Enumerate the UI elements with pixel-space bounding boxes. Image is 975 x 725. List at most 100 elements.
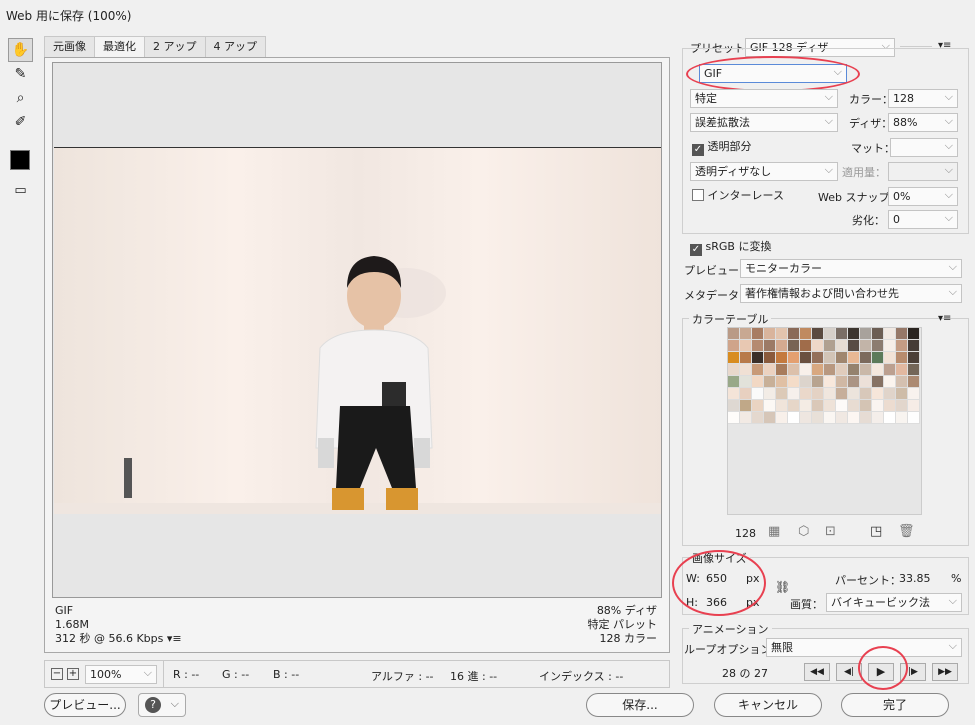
color-swatch[interactable] <box>836 364 848 376</box>
color-swatch[interactable] <box>812 376 824 388</box>
color-swatch[interactable] <box>860 328 872 340</box>
color-swatch[interactable] <box>788 352 800 364</box>
color-swatch[interactable] <box>812 364 824 376</box>
color-swatch[interactable] <box>884 412 896 424</box>
color-swatch[interactable] <box>884 388 896 400</box>
color-swatch[interactable] <box>860 340 872 352</box>
color-swatch[interactable] <box>740 364 752 376</box>
eyedropper-tool-icon[interactable]: ✐ <box>8 110 33 134</box>
color-swatch[interactable] <box>872 328 884 340</box>
color-swatch[interactable] <box>836 328 848 340</box>
color-swatches[interactable] <box>728 328 921 424</box>
color-swatch[interactable] <box>728 352 740 364</box>
color-swatch[interactable] <box>908 412 920 424</box>
color-swatch[interactable] <box>764 352 776 364</box>
color-swatch[interactable] <box>764 376 776 388</box>
zoom-out-button[interactable]: − <box>51 668 63 680</box>
color-swatch[interactable] <box>788 376 800 388</box>
transparency-dither-select[interactable]: 透明ディザなし <box>690 161 838 181</box>
color-swatch[interactable] <box>896 364 908 376</box>
lossy-field[interactable]: 0 <box>888 209 958 229</box>
color-swatch[interactable] <box>884 352 896 364</box>
color-swatch[interactable] <box>872 388 884 400</box>
color-swatch[interactable] <box>872 340 884 352</box>
color-swatch[interactable] <box>776 352 788 364</box>
color-swatch[interactable] <box>776 340 788 352</box>
color-swatch[interactable] <box>776 388 788 400</box>
color-swatch[interactable] <box>812 352 824 364</box>
color-swatch[interactable] <box>740 388 752 400</box>
color-swatch[interactable] <box>776 376 788 388</box>
color-swatch[interactable] <box>848 376 860 388</box>
toggle-slice-visibility-icon[interactable]: ▭ <box>8 178 33 202</box>
color-swatch[interactable] <box>848 340 860 352</box>
color-reduction-select[interactable]: 特定 <box>690 88 838 108</box>
color-swatch[interactable] <box>752 352 764 364</box>
color-swatch[interactable] <box>728 376 740 388</box>
color-swatch[interactable] <box>884 340 896 352</box>
color-swatch[interactable] <box>896 352 908 364</box>
color-swatch[interactable] <box>824 400 836 412</box>
color-swatch[interactable] <box>824 340 836 352</box>
color-swatch[interactable] <box>752 412 764 424</box>
color-swatch[interactable] <box>872 412 884 424</box>
color-swatch[interactable] <box>812 388 824 400</box>
transparency-checkbox[interactable]: ✓ 透明部分 <box>692 138 752 156</box>
tab-2-up[interactable]: 2 アップ <box>144 36 206 57</box>
color-swatch[interactable] <box>836 376 848 388</box>
color-swatch[interactable] <box>824 376 836 388</box>
color-swatch[interactable] <box>752 388 764 400</box>
color-swatch[interactable] <box>896 400 908 412</box>
first-frame-button[interactable]: ◀◀ <box>804 663 830 681</box>
color-swatch[interactable] <box>860 388 872 400</box>
color-swatch[interactable] <box>872 364 884 376</box>
color-swatch[interactable] <box>836 352 848 364</box>
color-swatch[interactable] <box>728 400 740 412</box>
matte-select[interactable] <box>890 137 958 157</box>
color-swatch[interactable] <box>776 364 788 376</box>
color-swatch[interactable] <box>812 328 824 340</box>
color-swatch[interactable] <box>728 388 740 400</box>
color-swatch[interactable] <box>776 412 788 424</box>
color-swatch[interactable] <box>908 400 920 412</box>
preview-color-select[interactable]: モニターカラー <box>740 258 962 278</box>
color-swatch[interactable] <box>800 352 812 364</box>
color-swatch[interactable] <box>860 400 872 412</box>
color-swatch[interactable] <box>860 352 872 364</box>
preview-in-browser-button[interactable]: プレビュー... <box>44 693 126 717</box>
quality-select[interactable]: バイキュービック法 <box>826 592 962 612</box>
color-swatch[interactable] <box>728 340 740 352</box>
color-swatch[interactable] <box>788 340 800 352</box>
hand-tool-icon[interactable]: ✋ <box>8 38 33 62</box>
save-button[interactable]: 保存... <box>586 693 694 717</box>
color-swatch[interactable] <box>812 412 824 424</box>
color-table-menu-icon[interactable]: ▾≡ <box>938 313 951 324</box>
percent-field[interactable]: 33.85 <box>894 570 944 588</box>
color-swatch[interactable] <box>788 388 800 400</box>
zoom-tool-icon[interactable]: ⌕ <box>8 86 33 110</box>
color-swatch[interactable] <box>764 328 776 340</box>
color-swatch[interactable] <box>896 340 908 352</box>
color-swatch[interactable] <box>848 412 860 424</box>
zoom-level-select[interactable]: 100% <box>85 664 157 684</box>
tab-optimized[interactable]: 最適化 <box>94 36 145 57</box>
tab-4-up[interactable]: 4 アップ <box>204 36 266 57</box>
color-swatch[interactable] <box>836 340 848 352</box>
color-swatch[interactable] <box>824 352 836 364</box>
color-swatch[interactable] <box>884 376 896 388</box>
color-swatch[interactable] <box>812 400 824 412</box>
color-swatch[interactable] <box>848 364 860 376</box>
web-snap-field[interactable]: 0% <box>888 186 958 206</box>
color-swatch[interactable] <box>896 388 908 400</box>
convert-srgb-checkbox[interactable]: ✓ sRGB に変換 <box>690 238 771 256</box>
color-swatch[interactable] <box>752 376 764 388</box>
color-swatch[interactable] <box>752 400 764 412</box>
color-swatch[interactable] <box>764 340 776 352</box>
color-swatch[interactable] <box>764 412 776 424</box>
color-swatch[interactable] <box>896 412 908 424</box>
color-swatch[interactable] <box>824 388 836 400</box>
color-swatch[interactable] <box>908 376 920 388</box>
color-swatch[interactable] <box>788 400 800 412</box>
foreground-color-swatch[interactable] <box>10 150 30 170</box>
color-swatch[interactable] <box>764 364 776 376</box>
